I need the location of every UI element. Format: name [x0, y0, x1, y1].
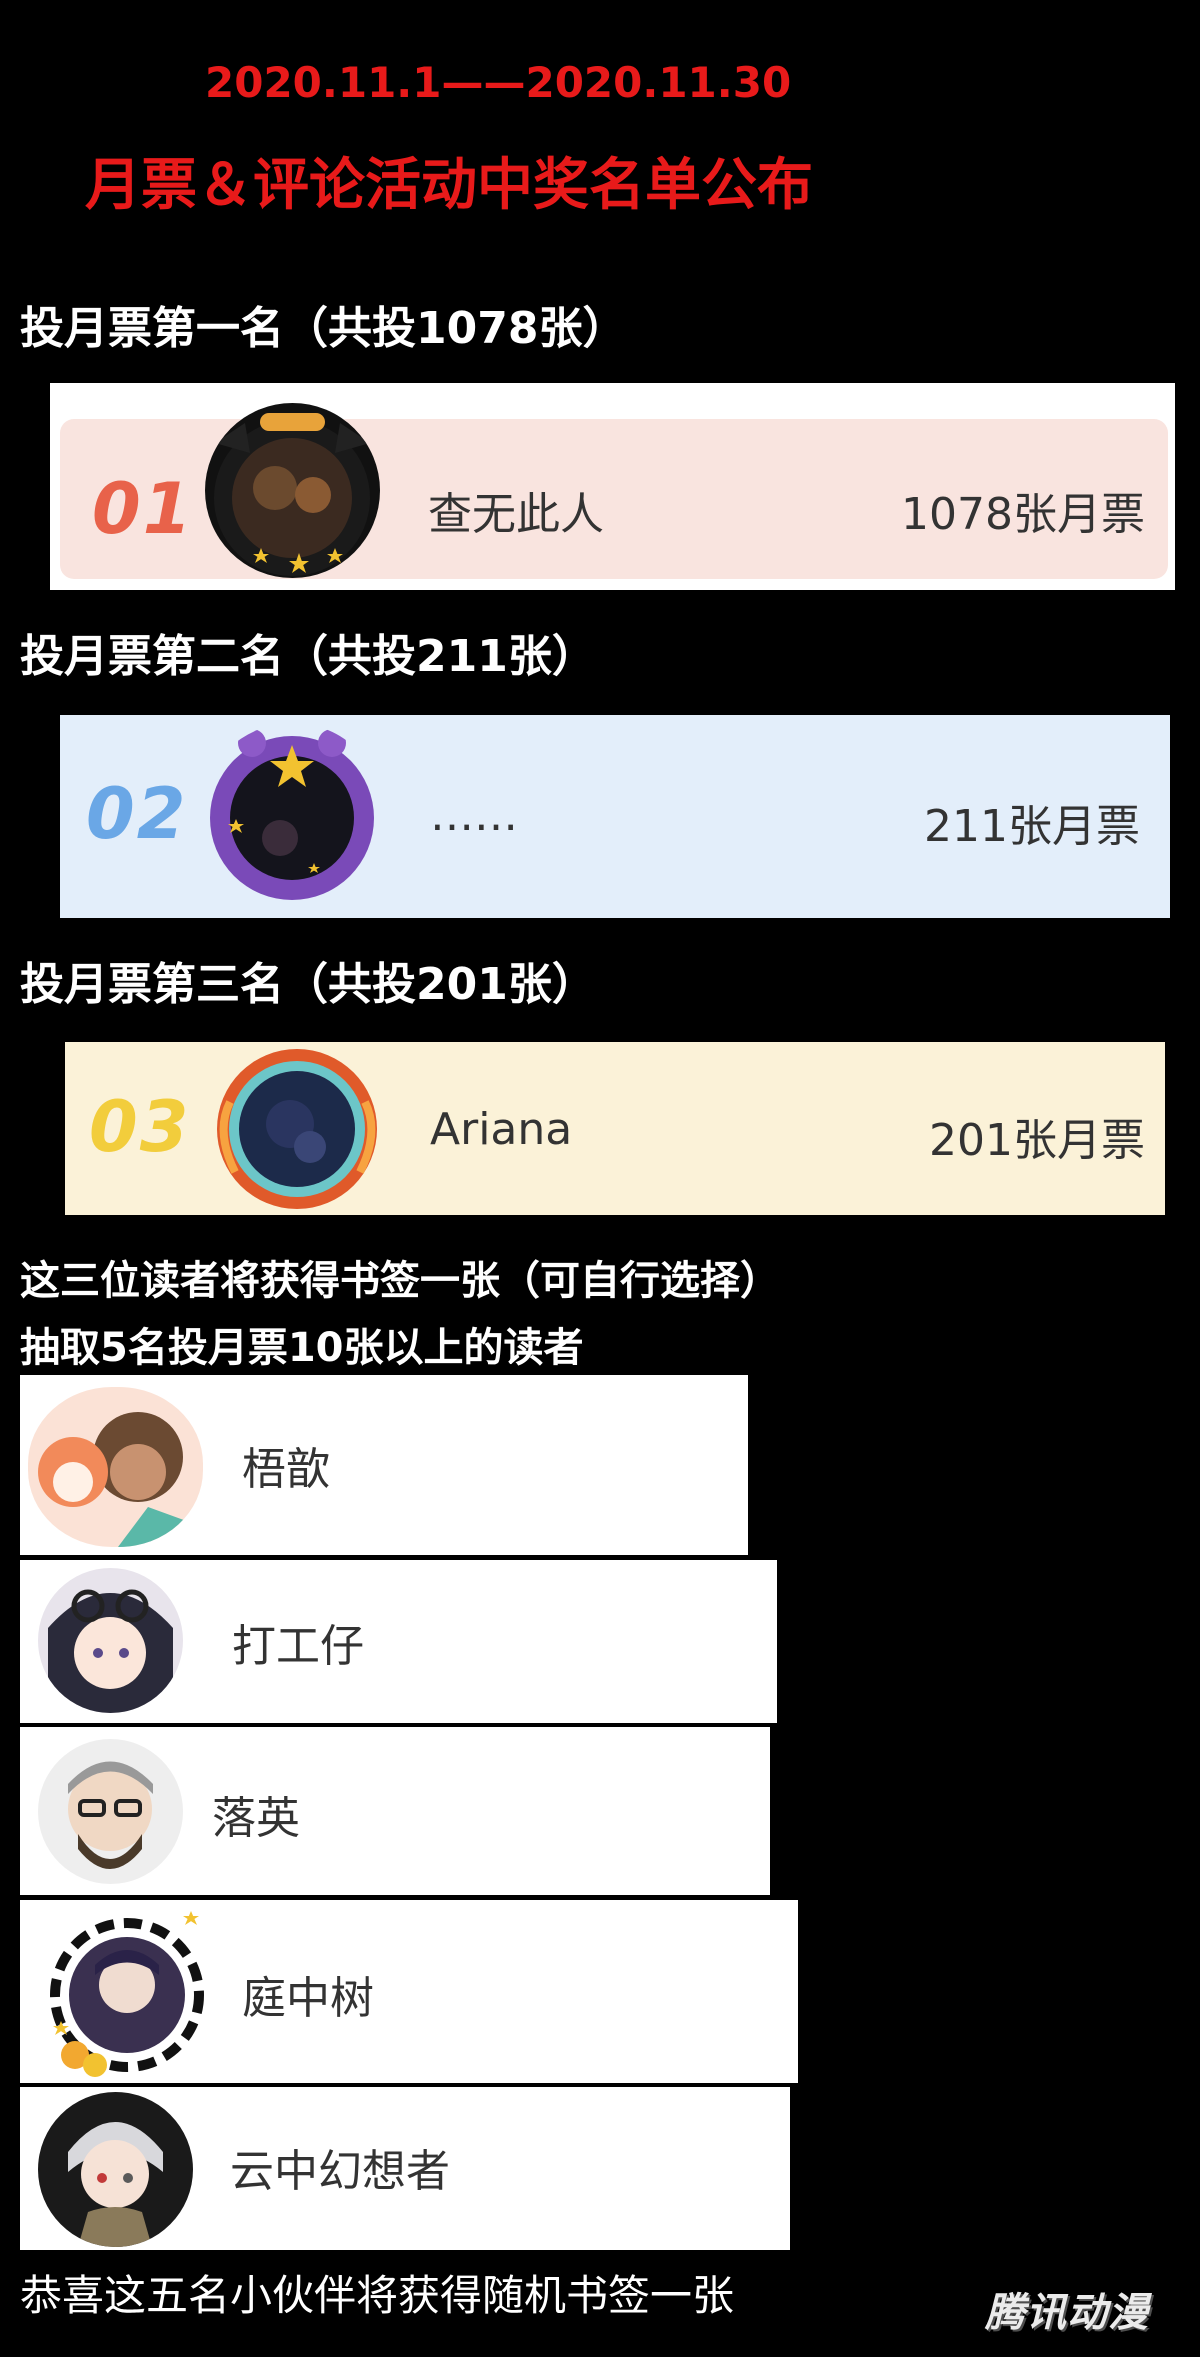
rank-3-heading: 投月票第三名（共投201张）: [20, 959, 596, 1010]
page-title: 月票＆评论活动中奖名单公布: [85, 153, 813, 218]
winner-card-3: 落英: [20, 1727, 770, 1895]
winner-card-5: 云中幻想者: [20, 2087, 790, 2250]
rank-2-username: ……: [430, 790, 518, 841]
winner-card-4: 庭中树: [20, 1900, 798, 2083]
avatar-winner-1: [28, 1387, 203, 1547]
winner-5-username: 云中幻想者: [230, 2146, 450, 2197]
rank-3-votes: 201张月票: [929, 1115, 1145, 1166]
footer-note: 恭喜这五名小伙伴将获得随机书签一张: [20, 2271, 735, 2320]
lottery-heading: 抽取5名投月票10张以上的读者: [20, 1325, 584, 1371]
winner-card-1: 梧歆: [20, 1375, 748, 1555]
avatar-winner-4: [35, 1905, 215, 2080]
rank-2-votes: 211张月票: [924, 801, 1140, 852]
winner-2-username: 打工仔: [232, 1621, 364, 1672]
rank-2-number: 02: [86, 773, 188, 855]
avatar-winner-3: [38, 1739, 183, 1884]
rank-2-heading: 投月票第二名（共投211张）: [20, 631, 596, 682]
rank-1-number: 01: [92, 468, 194, 550]
rank-2-card: 02 …… 211张月票: [60, 715, 1170, 918]
top3-reward-note: 这三位读者将获得书签一张（可自行选择）: [20, 1258, 780, 1304]
winner-card-2: 打工仔: [20, 1560, 777, 1723]
rank-1-card: 01 查无此人 1078张月票: [50, 383, 1175, 590]
date-range: 2020.11.1——2020.11.30: [205, 58, 792, 107]
rank-3-username: Ariana: [430, 1104, 573, 1155]
rank-3-number: 03: [89, 1086, 191, 1168]
winner-1-username: 梧歆: [242, 1444, 330, 1495]
rank-1-username: 查无此人: [428, 489, 604, 540]
avatar-winner-2: [38, 1568, 183, 1713]
avatar-winner-5: [38, 2092, 193, 2247]
winner-3-username: 落英: [212, 1793, 300, 1844]
avatar-rank-1: [205, 403, 380, 578]
watermark-logo: 腾讯动漫: [985, 2290, 1149, 2336]
winner-4-username: 庭中树: [242, 1973, 374, 2024]
avatar-rank-3: [210, 1042, 385, 1215]
avatar-rank-2: [200, 723, 385, 908]
rank-1-heading: 投月票第一名（共投1078张）: [20, 303, 627, 354]
rank-1-votes: 1078张月票: [901, 489, 1145, 540]
rank-3-card: 03 Ariana 201张月票: [65, 1042, 1165, 1215]
